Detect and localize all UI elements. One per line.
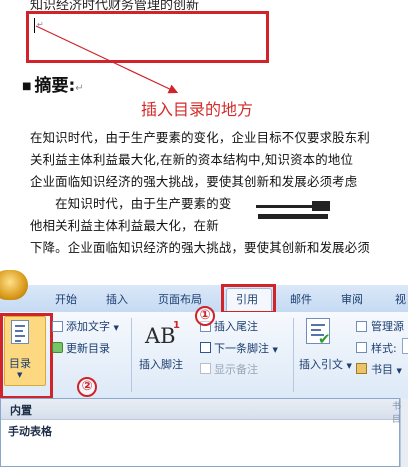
document-page[interactable]: 知识经济时代财务管理的创新 ↵ ■ 摘要:↵ 插入目录的地方 在知识时代，由于生产… — [0, 0, 408, 272]
checkmark-icon: ✔ — [318, 330, 331, 348]
style-select[interactable] — [402, 338, 408, 354]
tab-insert[interactable]: 插入 — [106, 291, 128, 307]
redaction-stroke — [256, 205, 312, 208]
insert-endnote-button[interactable]: 插入尾注 — [214, 318, 258, 334]
bullet-icon: ■ — [22, 80, 32, 92]
step-1-badge: ① — [195, 306, 215, 326]
body-line: 下降。企业面临知识经济的强大挑战，要使其创新和发展必须 — [30, 240, 370, 255]
tab-home[interactable]: 开始 — [55, 291, 77, 307]
redaction-stroke — [258, 214, 328, 219]
tab-mailings[interactable]: 邮件 — [290, 291, 312, 307]
footnote-superscript-icon: 1 — [173, 320, 180, 331]
body-line: 企业面临知识经济的强大挑战，要使其创新和发展必须考虑 — [30, 174, 358, 189]
group-divider — [131, 318, 132, 392]
image-gap — [0, 272, 408, 285]
chevron-down-icon: ▼ — [272, 346, 278, 354]
next-footnote-button[interactable]: 下一条脚注 ▼ — [214, 340, 278, 356]
tab-page-layout[interactable]: 页面布局 — [158, 291, 202, 307]
insert-toc-annotation: 插入目录的地方 — [141, 100, 254, 119]
dropdown-header — [1, 399, 399, 420]
builtin-section-title: 内置 — [10, 404, 32, 417]
update-toc-button[interactable]: 更新目录 — [66, 340, 110, 356]
step-2-badge: ② — [77, 377, 97, 397]
abstract-heading-text: 摘要: — [34, 76, 76, 96]
show-notes-button[interactable]: 显示备注 — [214, 361, 258, 377]
bibliography-button[interactable]: 书目 ▼ — [371, 361, 402, 377]
show-notes-icon — [200, 363, 211, 374]
add-text-button[interactable]: 添加文字 ▼ — [66, 318, 119, 334]
add-text-icon — [52, 321, 63, 332]
style-label: 样式: — [371, 342, 397, 355]
manage-sources-icon — [356, 321, 367, 332]
manual-table-option[interactable]: 手动表格 — [8, 423, 52, 439]
add-text-label: 添加文字 — [66, 320, 110, 333]
tab-review[interactable]: 审阅 — [341, 291, 363, 307]
references-tab-highlight — [221, 284, 276, 314]
redaction-stroke — [312, 201, 330, 211]
insert-citation-button[interactable]: 插入引文 ▼ — [299, 356, 352, 372]
chevron-down-icon: ▼ — [396, 367, 402, 375]
bibliography-label: 书目 — [371, 363, 393, 376]
insert-footnote-icon: AB — [145, 324, 176, 348]
bibliography-edge-text: 书目 — [392, 402, 402, 425]
next-footnote-icon — [200, 342, 211, 353]
chevron-down-icon: ▼ — [346, 362, 352, 370]
chevron-down-icon: ▼ — [113, 324, 119, 332]
insert-footnote-button[interactable]: 插入脚注 — [139, 356, 183, 372]
body-line: 关利益主体利益最大化,在新的资本结构中,知识资本的地位 — [30, 152, 354, 167]
body-line: 在知识时代，由于生产要素的变化，企业目标不仅要求股东利 — [30, 130, 370, 145]
update-toc-icon — [52, 342, 63, 353]
paragraph-mark-icon: ↵ — [75, 83, 84, 94]
toc-button-highlight — [0, 313, 53, 399]
insert-citation-label: 插入引文 — [299, 358, 343, 371]
style-icon — [356, 342, 367, 353]
bibliography-icon — [356, 363, 367, 374]
manage-sources-button[interactable]: 管理源 — [371, 318, 404, 334]
next-footnote-label: 下一条脚注 — [214, 342, 269, 355]
group-divider — [293, 318, 294, 392]
tab-view[interactable]: 视 — [395, 291, 406, 307]
abstract-heading: ■ 摘要:↵ — [22, 71, 84, 96]
